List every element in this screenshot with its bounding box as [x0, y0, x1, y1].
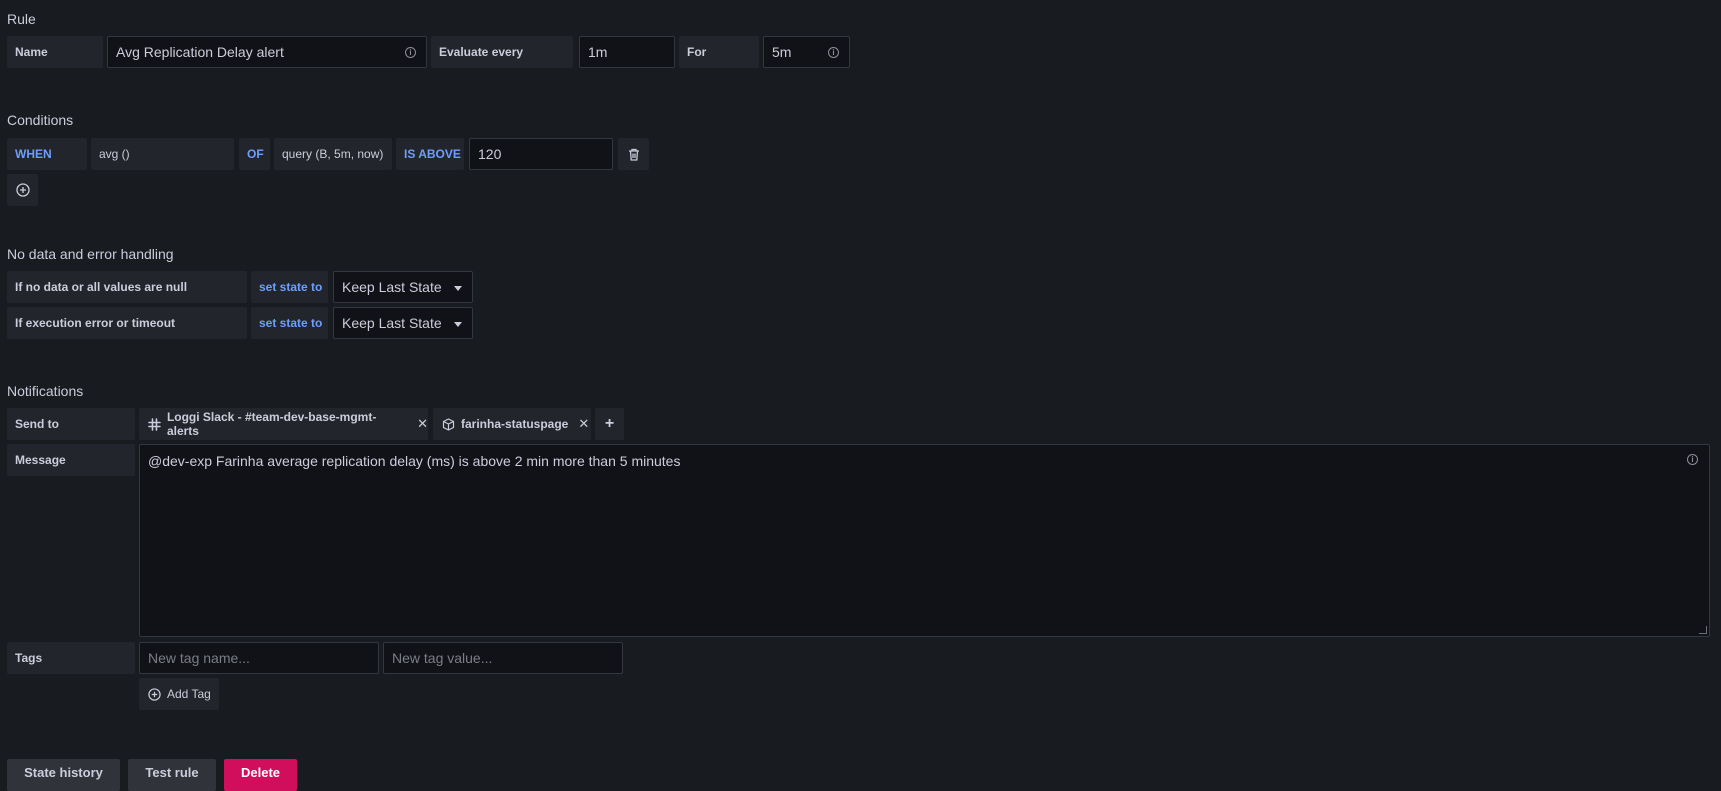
rule-section-title: Rule	[7, 11, 36, 27]
caret-down-icon	[454, 286, 462, 291]
delete-button[interactable]: Delete	[224, 759, 297, 791]
evaluate-every-value: 1m	[588, 44, 608, 60]
no-data-state-select[interactable]: Keep Last State	[333, 271, 473, 303]
rule-name-value: Avg Replication Delay alert	[116, 44, 284, 60]
conditions-section-title: Conditions	[7, 112, 74, 128]
for-input[interactable]: 5m i	[763, 36, 850, 68]
caret-down-icon	[454, 322, 462, 327]
set-state-keyword: set state to	[251, 271, 328, 303]
trash-icon	[628, 148, 639, 161]
evaluate-every-label: Evaluate every	[431, 36, 573, 68]
close-icon[interactable]: ✕	[578, 416, 589, 432]
close-icon[interactable]: ✕	[417, 416, 428, 432]
name-label: Name	[7, 36, 103, 68]
add-channel-button[interactable]: +	[595, 408, 624, 440]
info-icon[interactable]: i	[828, 47, 839, 58]
channel-chip[interactable]: farinha-statuspage ✕	[433, 408, 591, 440]
cube-icon	[442, 417, 455, 431]
tag-value-input[interactable]: New tag value...	[383, 642, 623, 674]
reducer-selector[interactable]: avg ()	[91, 138, 234, 170]
exec-error-label: If execution error or timeout	[7, 307, 247, 339]
add-tag-label: Add Tag	[167, 687, 211, 701]
for-value: 5m	[772, 44, 792, 60]
tag-value-placeholder: New tag value...	[392, 650, 493, 666]
message-textarea[interactable]: @dev-exp Farinha average replication del…	[139, 444, 1710, 637]
message-value: @dev-exp Farinha average replication del…	[148, 453, 681, 469]
when-keyword: WHEN	[7, 138, 87, 170]
evaluator-selector[interactable]: IS ABOVE	[396, 138, 464, 170]
resize-handle-icon[interactable]	[1699, 626, 1707, 634]
add-condition-button[interactable]	[7, 174, 38, 206]
exec-error-state-value: Keep Last State	[342, 315, 442, 331]
slack-icon	[148, 417, 161, 431]
set-state-keyword: set state to	[251, 307, 328, 339]
notifications-section-title: Notifications	[7, 383, 84, 399]
for-label: For	[679, 36, 759, 68]
message-label: Message	[7, 444, 135, 476]
tags-label: Tags	[7, 642, 135, 674]
info-icon[interactable]: i	[405, 47, 416, 58]
send-to-label: Send to	[7, 408, 135, 440]
plus-circle-icon	[15, 183, 30, 197]
state-history-button[interactable]: State history	[7, 759, 120, 791]
channel-name: farinha-statuspage	[461, 417, 569, 431]
plus-circle-icon	[148, 687, 161, 701]
test-rule-button[interactable]: Test rule	[128, 759, 216, 791]
query-selector[interactable]: query (B, 5m, now)	[274, 138, 392, 170]
plus-icon: +	[604, 415, 615, 432]
evaluate-every-input[interactable]: 1m	[579, 36, 675, 68]
info-icon[interactable]: i	[1687, 454, 1698, 465]
threshold-value: 120	[478, 146, 502, 162]
delete-condition-button[interactable]	[618, 138, 649, 170]
no-data-label: If no data or all values are null	[7, 271, 247, 303]
channel-chip[interactable]: Loggi Slack - #team-dev-base-mgmt-alerts…	[139, 408, 428, 440]
no-data-state-value: Keep Last State	[342, 279, 442, 295]
add-tag-button[interactable]: Add Tag	[139, 678, 219, 710]
of-keyword: OF	[239, 138, 270, 170]
tag-name-input[interactable]: New tag name...	[139, 642, 379, 674]
exec-error-state-select[interactable]: Keep Last State	[333, 307, 473, 339]
rule-name-input[interactable]: Avg Replication Delay alert i	[107, 36, 427, 68]
no-data-section-title: No data and error handling	[7, 246, 174, 262]
tag-name-placeholder: New tag name...	[148, 650, 250, 666]
channel-name: Loggi Slack - #team-dev-base-mgmt-alerts	[166, 410, 377, 438]
threshold-input[interactable]: 120	[469, 138, 613, 170]
